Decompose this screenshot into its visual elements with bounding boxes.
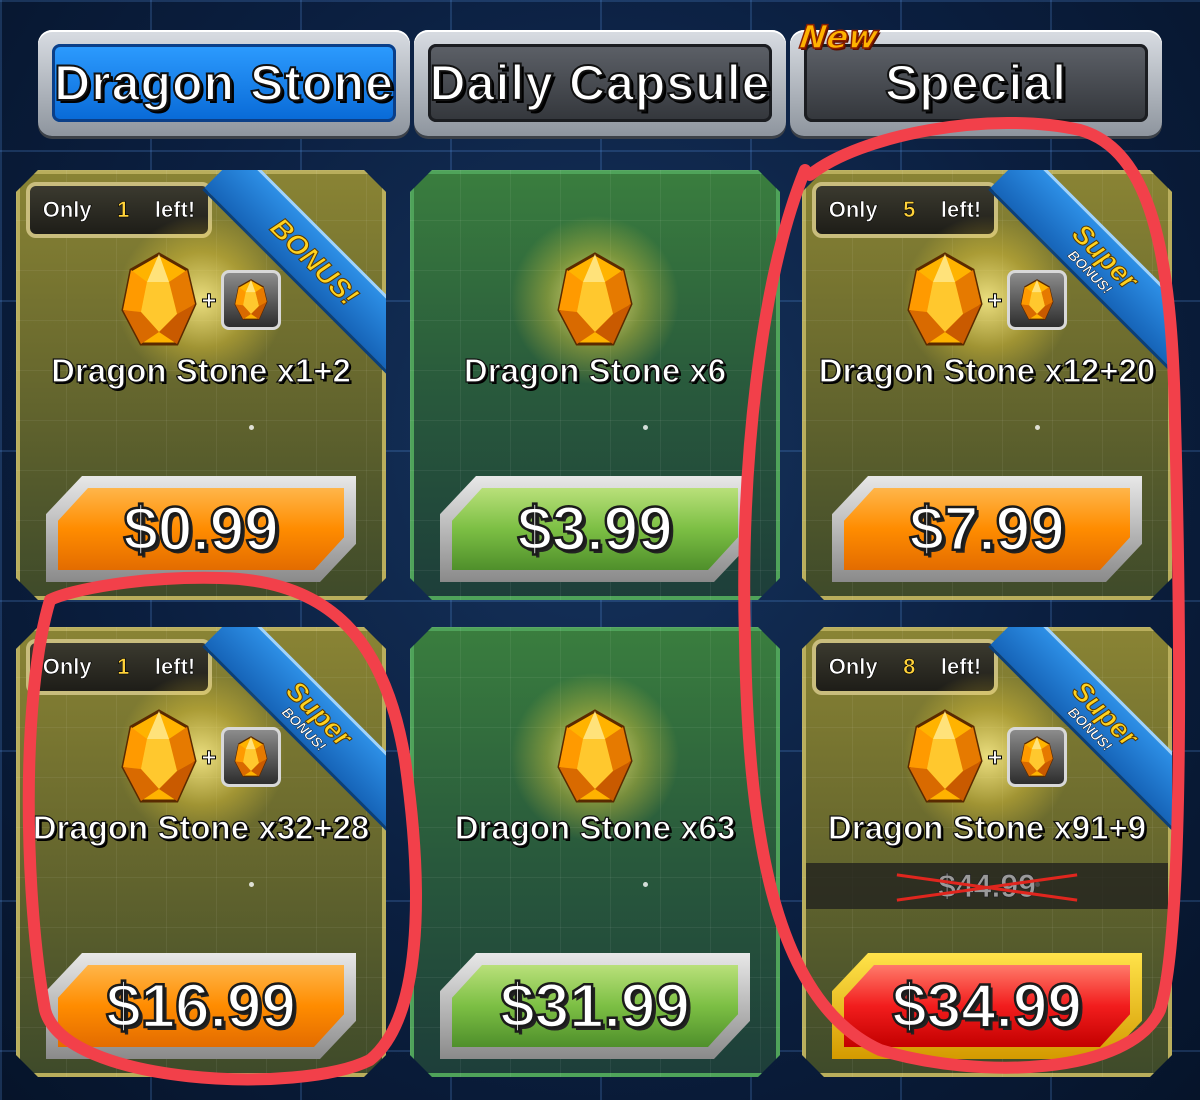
card-title: Dragon Stone x91+9 (827, 809, 1147, 846)
buy-button[interactable]: $34.99 (832, 953, 1142, 1059)
product-card[interactable]: Dragon Stone x63 $31.99 (410, 627, 780, 1077)
new-badge: New (797, 17, 882, 57)
only-label: Only (828, 654, 878, 679)
price-label: $31.99 (452, 965, 738, 1047)
plus-icon: + (201, 741, 217, 772)
bonus-dragon-stone-icon (221, 270, 281, 330)
tab-dragon-stone[interactable]: Dragon Stone (38, 30, 410, 136)
dragon-stone-icon (907, 709, 983, 805)
product-card[interactable]: Only 5 left! Super BONUS! + Dragon Stone… (802, 170, 1172, 600)
product-card[interactable]: Only 1 left! Super BONUS! + Dragon Stone… (16, 627, 386, 1077)
price-label: $0.99 (58, 488, 344, 570)
bonus-dragon-stone-icon (1007, 727, 1067, 787)
card-title: Dragon Stone x32+28 (32, 809, 370, 846)
only-count: 1 (117, 197, 130, 222)
dragon-stone-icon (557, 709, 633, 805)
gem-display (410, 235, 780, 365)
card-title: Dragon Stone x63 (454, 809, 736, 846)
gem-display: + (16, 235, 386, 365)
sparkle-dot (249, 882, 254, 887)
plus-icon: + (987, 284, 1003, 315)
buy-button[interactable]: $16.99 (46, 953, 356, 1059)
tab-daily-capsule[interactable]: Daily Capsule (414, 30, 786, 136)
sparkle-dot (249, 425, 254, 430)
price-label: $3.99 (452, 488, 738, 570)
price-label: $34.99 (844, 965, 1130, 1047)
bonus-dragon-stone-icon (1007, 270, 1067, 330)
price-label: $7.99 (844, 488, 1130, 570)
dragon-stone-icon (121, 252, 197, 348)
dragon-stone-icon (907, 252, 983, 348)
plus-icon: + (201, 284, 217, 315)
sparkle-dot (643, 882, 648, 887)
product-card[interactable]: Only 1 left! BONUS! + Dragon Stone x1+2 … (16, 170, 386, 600)
only-count: 5 (903, 197, 916, 222)
only-label: Only (42, 654, 92, 679)
original-price: $44.99 (806, 863, 1168, 909)
card-title: Dragon Stone x6 (463, 352, 727, 389)
gem-display: + (16, 692, 386, 822)
plus-icon: + (987, 741, 1003, 772)
product-card[interactable]: Only 8 left! Super BONUS! + Dragon Stone… (802, 627, 1172, 1077)
buy-button[interactable]: $3.99 (440, 476, 750, 582)
card-title: Dragon Stone x12+20 (818, 352, 1156, 389)
buy-button[interactable]: $31.99 (440, 953, 750, 1059)
dragon-stone-icon (557, 252, 633, 348)
gem-display (410, 692, 780, 822)
gem-display: + (802, 235, 1172, 365)
gem-display: + (802, 692, 1172, 822)
only-count: 1 (117, 654, 130, 679)
bonus-dragon-stone-icon (221, 727, 281, 787)
buy-button[interactable]: $0.99 (46, 476, 356, 582)
tab-daily-capsule-label: Daily Capsule (428, 44, 772, 122)
only-count: 8 (903, 654, 916, 679)
only-label: Only (828, 197, 878, 222)
card-title: Dragon Stone x1+2 (51, 352, 351, 389)
only-label: Only (42, 197, 92, 222)
tab-dragon-stone-label: Dragon Stone (52, 44, 396, 122)
product-card[interactable]: Dragon Stone x6 $3.99 (410, 170, 780, 600)
sparkle-dot (643, 425, 648, 430)
price-label: $16.99 (58, 965, 344, 1047)
buy-button[interactable]: $7.99 (832, 476, 1142, 582)
dragon-stone-icon (121, 709, 197, 805)
sparkle-dot (1035, 425, 1040, 430)
